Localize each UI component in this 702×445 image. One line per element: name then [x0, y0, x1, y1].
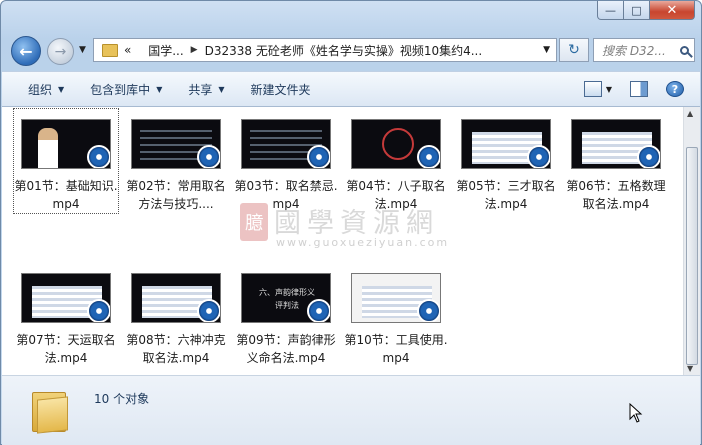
watermark-seal: 臆	[240, 203, 268, 241]
maximize-button[interactable]: □	[624, 1, 650, 20]
video-thumbnail[interactable]	[21, 119, 111, 169]
file-item[interactable]: 第08节：六神冲克取名法.mp4	[124, 263, 228, 367]
recent-pages-dropdown[interactable]: ▼	[79, 45, 86, 55]
file-item[interactable]: 第06节：五格数理取名法.mp4	[564, 109, 668, 213]
change-view-icon[interactable]	[583, 81, 602, 97]
video-thumbnail[interactable]: 六、声韵律形义 评判法	[241, 273, 331, 323]
caption-buttons: — □ ✕	[597, 1, 695, 20]
video-thumbnail[interactable]	[351, 273, 441, 323]
minimize-button[interactable]: —	[597, 1, 624, 20]
breadcrumb-current[interactable]: D32338 无砼老师《姓名学与实操》视频10集约4...	[205, 42, 483, 59]
file-item[interactable]: 第07节：天运取名法.mp4	[14, 263, 118, 367]
chevron-right-icon[interactable]: ▶	[191, 45, 198, 55]
help-icon[interactable]: ?	[666, 81, 684, 97]
organize-menu[interactable]: 组织 ▼	[28, 81, 64, 98]
vertical-scrollbar[interactable]: ▲ ▼	[683, 107, 700, 375]
close-button[interactable]: ✕	[650, 1, 695, 20]
file-item[interactable]: 第01节：基础知识.mp4	[13, 108, 119, 214]
watermark: 臆 國學資源網 www.guoxueziyuan.com	[240, 203, 500, 253]
share-menu[interactable]: 共享 ▼	[188, 81, 224, 98]
media-player-icon	[417, 145, 440, 168]
file-item[interactable]: 第04节：八子取名法.mp4	[344, 109, 448, 213]
organize-label: 组织	[28, 82, 53, 97]
watermark-chinese: 國學資源網	[274, 208, 439, 239]
media-player-icon	[307, 299, 330, 322]
navigation-bar: ← → ▼ « 国学... ▶ D32338 无砼老师《姓名学与实操》视频10集…	[9, 34, 695, 66]
media-player-icon	[197, 145, 220, 168]
file-item[interactable]: 第10节：工具使用.mp4	[344, 263, 448, 367]
file-name: 第08节：六神冲克取名法.mp4	[126, 333, 226, 365]
refresh-button[interactable]: ↻	[559, 38, 589, 62]
chevron-down-icon[interactable]: ▼	[606, 85, 612, 94]
back-button[interactable]: ←	[11, 36, 41, 66]
refresh-icon: ↻	[568, 42, 580, 58]
search-placeholder: 搜索 D32...	[602, 43, 666, 58]
file-list: 第01节：基础知识.mp4 第02节：常用取名方法与技巧.... 第03节：取名禁忌…	[2, 107, 700, 375]
video-thumbnail[interactable]	[131, 273, 221, 323]
chevron-down-icon: ▼	[58, 84, 65, 94]
media-player-icon	[527, 145, 550, 168]
file-item[interactable]: 六、声韵律形义 评判法第09节：声韵律形义命名法.mp4	[234, 263, 338, 367]
command-toolbar: 组织 ▼ 包含到库中 ▼ 共享 ▼ 新建文件夹 ▼ ?	[2, 71, 700, 107]
file-name: 第10节：工具使用.mp4	[344, 333, 448, 365]
mouse-cursor-icon	[629, 403, 643, 423]
chevron-down-icon: ▼	[218, 84, 225, 94]
scroll-down-icon[interactable]: ▼	[687, 364, 693, 373]
include-library-menu[interactable]: 包含到库中 ▼	[90, 81, 162, 98]
chevron-down-icon: ▼	[156, 84, 163, 94]
video-thumbnail[interactable]	[571, 119, 661, 169]
scroll-up-icon[interactable]: ▲	[687, 109, 693, 118]
file-name: 第06节：五格数理取名法.mp4	[566, 179, 666, 211]
breadcrumb-item[interactable]: 国学...	[148, 42, 183, 59]
file-name: 第01节：基础知识.mp4	[14, 179, 118, 211]
forward-arrow-icon: →	[54, 43, 67, 60]
video-thumbnail[interactable]	[131, 119, 221, 169]
search-icon[interactable]	[680, 45, 689, 55]
video-thumbnail[interactable]	[461, 119, 551, 169]
back-arrow-icon: ←	[19, 41, 33, 61]
file-name: 第09节：声韵律形义命名法.mp4	[236, 333, 336, 365]
file-name: 第02节：常用取名方法与技巧....	[126, 179, 226, 211]
folder-icon	[32, 386, 68, 434]
file-item[interactable]: 第02节：常用取名方法与技巧....	[124, 109, 228, 213]
breadcrumb-prefix[interactable]: «	[124, 43, 131, 57]
media-player-icon	[87, 299, 110, 322]
forward-button[interactable]: →	[47, 38, 74, 65]
video-thumbnail[interactable]	[21, 273, 111, 323]
watermark-url: www.guoxueziyuan.com	[276, 236, 450, 249]
media-player-icon	[417, 299, 440, 322]
address-dropdown-icon[interactable]: ▼	[543, 45, 550, 55]
explorer-window: — □ ✕ ← → ▼ « 国学... ▶ D32338 无砼老师《姓名学与实操…	[0, 0, 702, 445]
share-label: 共享	[188, 82, 213, 97]
include-library-label: 包含到库中	[90, 82, 151, 97]
new-folder-button[interactable]: 新建文件夹	[251, 81, 311, 98]
file-name: 第07节：天运取名法.mp4	[16, 333, 116, 365]
item-count: 10 个对象	[94, 392, 150, 406]
scrollbar-thumb[interactable]	[686, 147, 698, 365]
media-player-icon	[307, 145, 330, 168]
video-thumbnail[interactable]	[351, 119, 441, 169]
folder-icon	[102, 43, 118, 57]
file-item[interactable]: 第05节：三才取名法.mp4	[454, 109, 558, 213]
preview-pane-icon[interactable]	[630, 81, 648, 97]
chevron-right-icon[interactable]	[138, 45, 141, 55]
new-folder-label: 新建文件夹	[250, 82, 311, 97]
video-thumbnail[interactable]	[241, 119, 331, 169]
media-player-icon	[197, 299, 220, 322]
file-item[interactable]: 第03节：取名禁忌.mp4	[234, 109, 338, 213]
media-player-icon	[637, 145, 660, 168]
details-pane: 10 个对象	[2, 375, 700, 445]
search-input[interactable]: 搜索 D32...	[593, 38, 695, 62]
media-player-icon	[87, 145, 110, 168]
address-bar[interactable]: « 国学... ▶ D32338 无砼老师《姓名学与实操》视频10集约4... …	[93, 38, 557, 62]
